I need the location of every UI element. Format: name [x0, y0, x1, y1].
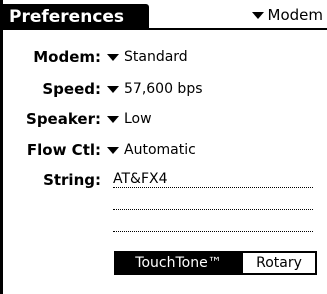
speed-value: 57,600 bps — [124, 81, 203, 97]
string-label: String: — [43, 171, 101, 189]
dropdown-triangle-icon — [107, 86, 119, 93]
form-title: Preferences — [3, 4, 149, 30]
dropdown-triangle-icon — [107, 116, 119, 123]
string-field-line-3 — [113, 231, 313, 232]
modem-row: Modem: Standard — [3, 45, 188, 69]
flow-control-row: Flow Ctl: Automatic — [3, 138, 196, 162]
speaker-row: Speaker: Low — [3, 107, 152, 131]
rotary-push-button[interactable]: Rotary — [241, 253, 315, 273]
dropdown-triangle-icon — [107, 54, 119, 61]
flow-control-value: Automatic — [124, 142, 196, 158]
speed-row: Speed: 57,600 bps — [3, 77, 203, 101]
modem-label: Modem: — [33, 48, 101, 66]
dropdown-triangle-icon — [107, 147, 119, 154]
speed-popup-trigger[interactable]: 57,600 bps — [107, 81, 203, 97]
flow-control-popup-trigger[interactable]: Automatic — [107, 142, 196, 158]
speaker-popup-trigger[interactable]: Low — [107, 111, 152, 127]
panel-popup-trigger[interactable]: Modem — [251, 4, 323, 26]
modem-string-field[interactable]: AT&FX4 — [113, 169, 168, 189]
speed-label: Speed: — [42, 80, 101, 98]
string-row: String: — [3, 168, 107, 192]
title-rule — [3, 28, 327, 30]
touchtone-push-button[interactable]: TouchTone™ — [116, 253, 241, 273]
panel-popup-label: Modem — [267, 6, 323, 24]
flow-control-label: Flow Ctl: — [26, 141, 101, 159]
modem-popup-trigger[interactable]: Standard — [107, 49, 188, 65]
speaker-value: Low — [124, 111, 152, 127]
string-field-line-1 — [113, 187, 313, 188]
speaker-label: Speaker: — [26, 110, 101, 128]
modem-value: Standard — [124, 49, 188, 65]
dropdown-triangle-icon — [251, 12, 264, 19]
string-field-line-2 — [113, 209, 313, 210]
dial-mode-selector: TouchTone™ Rotary — [114, 251, 317, 275]
